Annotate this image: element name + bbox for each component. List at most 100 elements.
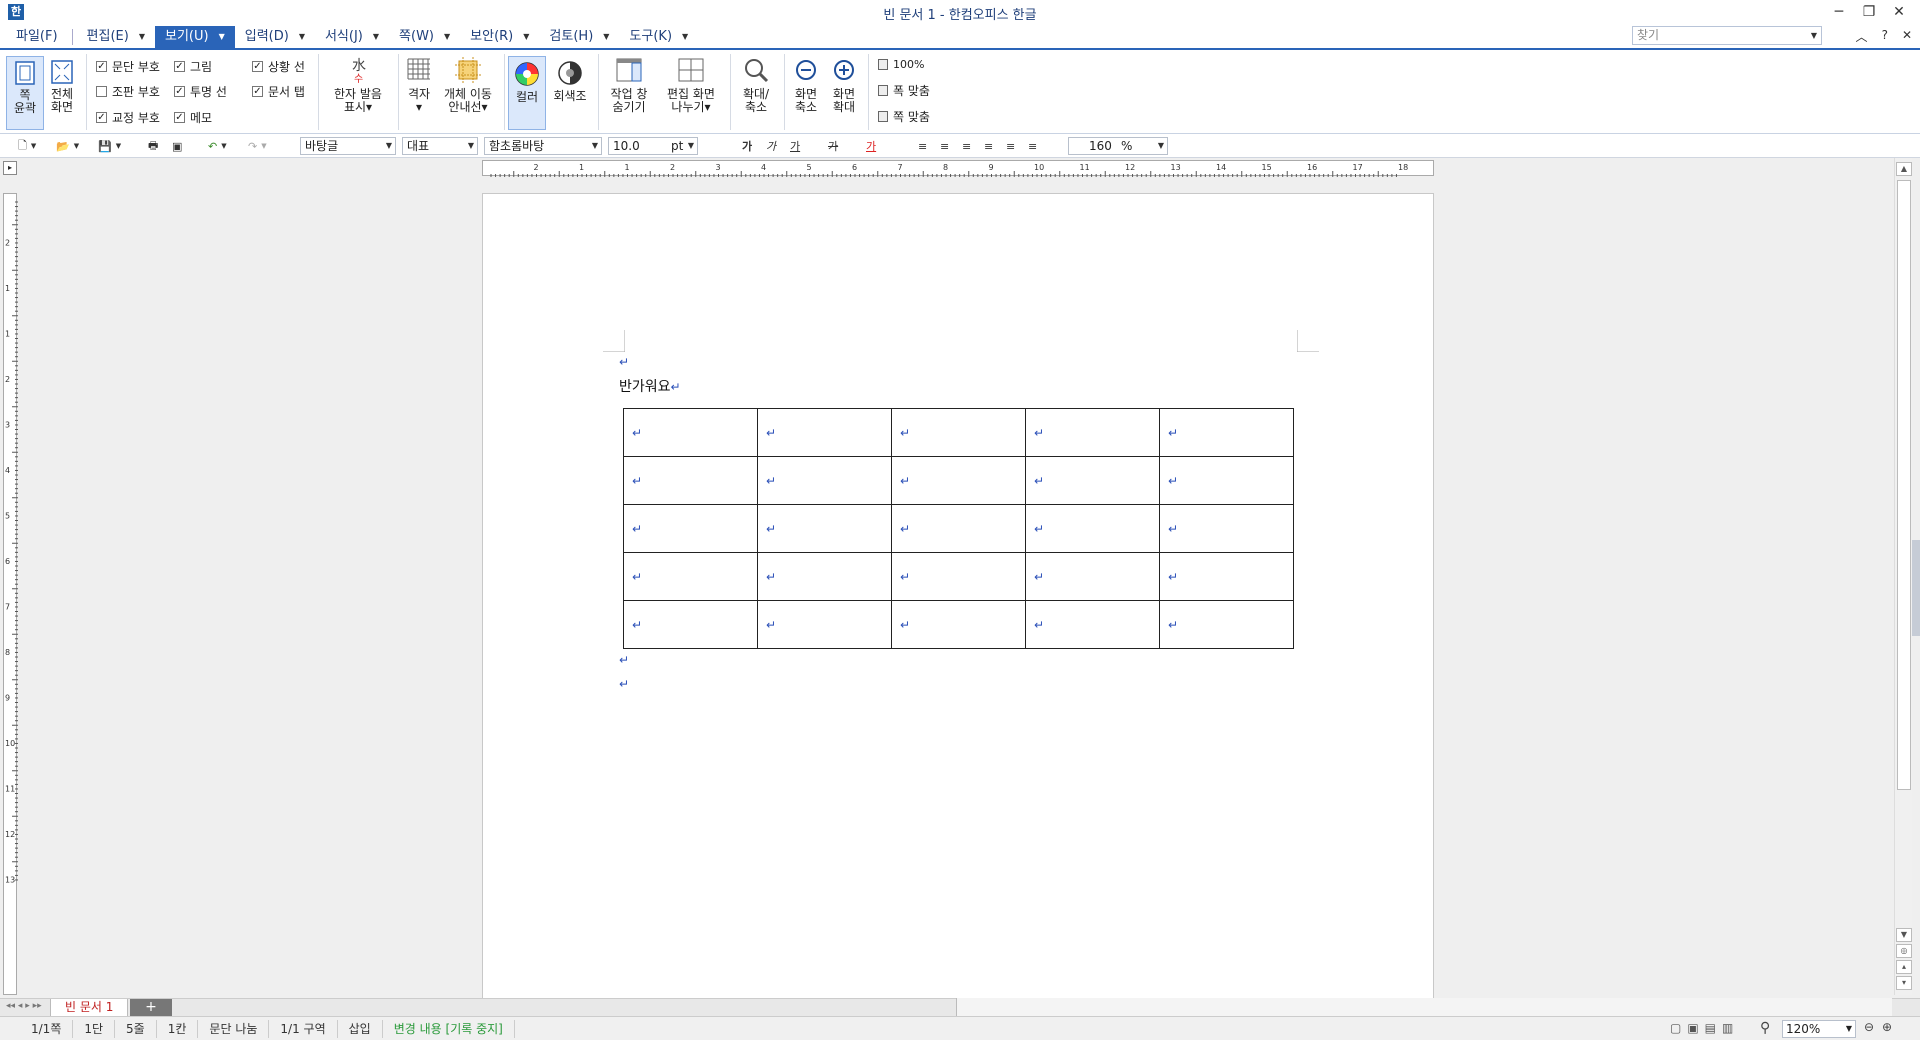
style-select[interactable]: 바탕글 ▼ [300,137,396,155]
chevron-down-icon[interactable]: ▼ [603,26,609,48]
table-cell[interactable]: ↵ [891,600,1026,649]
chevron-down-icon[interactable]: ▼ [444,26,450,48]
restore-button[interactable]: ❐ [1854,0,1884,24]
split-view-button[interactable]: 편집 화면 나누기▾ [662,56,720,114]
paragraph-empty[interactable]: ↵ [619,354,629,370]
align-justify-icon[interactable]: ≡ [918,137,927,155]
add-tab-button[interactable]: + [130,999,172,1017]
fit-width-button[interactable]: 폭 맞춤 [878,82,930,98]
table-cell[interactable]: ↵ [623,456,758,505]
ruler-toggle-button[interactable]: ▸ [3,161,17,175]
table-cell[interactable]: ↵ [623,552,758,601]
table-cell[interactable]: ↵ [623,504,758,553]
close-button[interactable]: ✕ [1884,0,1914,24]
menu-item-6[interactable]: 보안(R) ▼ [460,26,539,48]
align-left-icon[interactable]: ≡ [940,137,949,155]
chevron-down-icon[interactable]: ▼ [592,138,598,154]
status-item[interactable]: 문단 나눔 [198,1020,270,1038]
doc-tab-checkbox[interactable]: ✓ 문서 탭 [252,83,305,99]
new-document-icon[interactable]: 🗋 ▼ [18,137,36,155]
scrollbar-thumb[interactable] [1897,180,1911,790]
table-cell[interactable]: ↵ [757,600,892,649]
align-divide-icon[interactable]: ≡ [1028,137,1037,155]
next-page-icon[interactable]: ▾ [1896,976,1912,990]
text-color-button[interactable]: 가 [866,137,876,155]
align-center-icon[interactable]: ≡ [962,137,971,155]
font-size-select[interactable]: 10.0 pt ▼ [608,137,698,155]
track-changes-status[interactable]: 변경 내용 [기록 중지] [383,1020,515,1038]
prev-page-icon[interactable]: ▴ [1896,960,1912,974]
table-cell[interactable]: ↵ [891,504,1026,553]
print-icon[interactable]: 🖶 [148,137,158,155]
align-right-icon[interactable]: ≡ [984,137,993,155]
menu-item-2[interactable]: 보기(U) ▼ [154,26,235,48]
picture-checkbox[interactable]: ✓ 그림 [174,58,212,74]
table-cell[interactable]: ↵ [1025,504,1160,553]
chevron-down-icon[interactable]: ▼ [688,138,694,154]
table-cell[interactable]: ↵ [1159,600,1294,649]
chevron-down-icon[interactable]: ▼ [386,138,392,154]
ribbon-collapse-button[interactable]: ︿ [1856,28,1868,45]
redo-icon[interactable]: ↷ ▼ [248,137,267,155]
color-view-button[interactable]: 컬러 [508,56,546,130]
table-cell[interactable]: ↵ [623,408,758,457]
chevron-down-icon[interactable]: ▼ [468,138,474,154]
tab-nav-arrows-icon[interactable]: ◂◂ ◂ ▸ ▸▸ [6,1001,42,1011]
table-cell[interactable]: ↵ [757,552,892,601]
scroll-down-icon[interactable]: ▼ [1896,928,1912,942]
vertical-scrollbar[interactable]: ▲ ▼ ◎ ▴ ▾ [1894,158,1912,995]
fit-page-button[interactable]: 쪽 맞춤 [878,108,930,124]
zoom-in-button[interactable]: 화면 확대 [828,56,860,114]
table-cell[interactable]: ↵ [1025,456,1160,505]
zoom-select[interactable]: 120% ▼ [1782,1020,1856,1038]
task-pane-toggle[interactable] [1912,540,1920,636]
paragraph-empty[interactable]: ↵ [619,652,629,668]
print-preview-icon[interactable]: ▣ [172,137,182,155]
grid-button[interactable]: 격자 ▾ [402,56,436,114]
line-spacing-select[interactable]: 160% ▼ [1068,137,1168,155]
para-mark-checkbox[interactable]: ✓ 문단 부호 [96,58,160,74]
italic-button[interactable]: 가 [766,137,776,155]
table-cell[interactable]: ↵ [757,504,892,553]
undo-icon[interactable]: ↶ ▼ [208,137,227,155]
status-item[interactable]: 1단 [73,1020,116,1038]
status-item[interactable]: 1칸 [157,1020,199,1038]
tab-document-1[interactable]: 빈 문서 1 [50,999,129,1017]
table-cell[interactable]: ↵ [891,552,1026,601]
horizontal-ruler[interactable]: 2 1 1 2 3 4 5 6 7 8 9 10 11 12 13 14 15 16 17 18 [482,160,1434,177]
table-cell[interactable]: ↵ [891,408,1026,457]
menu-item-4[interactable]: 서식(J) ▼ [315,26,389,48]
help-icon[interactable]: ? [1882,28,1888,45]
hanja-pronunciation-button[interactable]: 水수 한자 발음 표시▾ [326,56,390,114]
strike-button[interactable]: 가 [828,137,838,155]
menu-item-7[interactable]: 검토(H) ▼ [539,26,619,48]
paragraph-greeting[interactable]: 반가워요↵ [619,376,681,396]
transparent-line-checkbox[interactable]: ✓ 투명 선 [174,83,227,99]
status-item[interactable]: 1/1쪽 [20,1020,74,1038]
table-cell[interactable]: ↵ [1025,408,1160,457]
chevron-down-icon[interactable]: ▼ [139,26,145,48]
chevron-down-icon[interactable]: ▼ [523,26,529,48]
proof-mark-checkbox[interactable]: ✓ 교정 부호 [96,109,160,125]
full-screen-button[interactable]: 전체 화면 [46,56,78,114]
memo-checkbox[interactable]: ✓ 메모 [174,109,212,125]
zoom-in-icon[interactable]: ⊕ [1882,1020,1892,1034]
help-search-box[interactable]: 찾기 ▼ [1632,26,1822,45]
vertical-ruler[interactable]: 2 1 1 2 3 4 5 6 7 8 9 10 11 12 13 [3,193,18,995]
page-browse-icon[interactable]: ◎ [1896,944,1912,958]
table-cell[interactable]: ↵ [1159,552,1294,601]
status-item[interactable]: 5줄 [115,1020,157,1038]
chevron-down-icon[interactable]: ▼ [1158,138,1164,154]
table-cell[interactable]: ↵ [757,408,892,457]
table-cell[interactable]: ↵ [1159,456,1294,505]
horizontal-scrollbar[interactable] [956,998,1892,1016]
menu-item-1[interactable]: 편집(E) ▼ [77,26,155,48]
zoom-out-icon[interactable]: ⊖ [1864,1020,1874,1034]
close-document-button[interactable]: ✕ [1902,28,1912,45]
zoom-dialog-button[interactable]: 확대/ 축소 [736,56,776,114]
menu-item-0[interactable]: 파일(F) [6,26,68,48]
zoom-100-button[interactable]: 100% [878,56,924,72]
menu-item-5[interactable]: 쪽(W) ▼ [389,26,460,48]
font-select[interactable]: 함초롬바탕 ▼ [484,137,602,155]
align-distribute-icon[interactable]: ≡ [1006,137,1015,155]
